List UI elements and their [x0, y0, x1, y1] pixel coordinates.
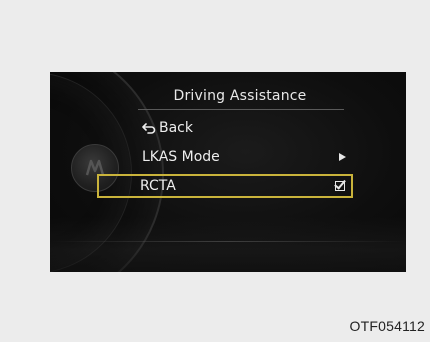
- menu-title-divider: [138, 109, 344, 110]
- menu-item-lkas-mode-label: LKAS Mode: [142, 149, 220, 165]
- menu-title: Driving Assistance: [173, 88, 307, 104]
- back-arrow-icon: [142, 123, 156, 134]
- menu-item-back[interactable]: Back: [142, 116, 342, 140]
- menu-item-rcta-label: RCTA: [140, 178, 176, 194]
- submenu-arrow-icon: [339, 153, 346, 161]
- display-bottom-line: [50, 241, 406, 242]
- figure-code: OTF054112: [349, 318, 425, 334]
- menu-item-back-label: Back: [159, 120, 193, 136]
- menu-item-lkas-mode[interactable]: LKAS Mode: [142, 145, 354, 169]
- display-bottom-glow: [50, 217, 406, 272]
- cluster-display: Driving Assistance Back LKAS Mode RCTA: [50, 72, 406, 272]
- menu-item-rcta[interactable]: RCTA: [97, 174, 353, 198]
- checkbox-checked-icon[interactable]: [334, 177, 346, 191]
